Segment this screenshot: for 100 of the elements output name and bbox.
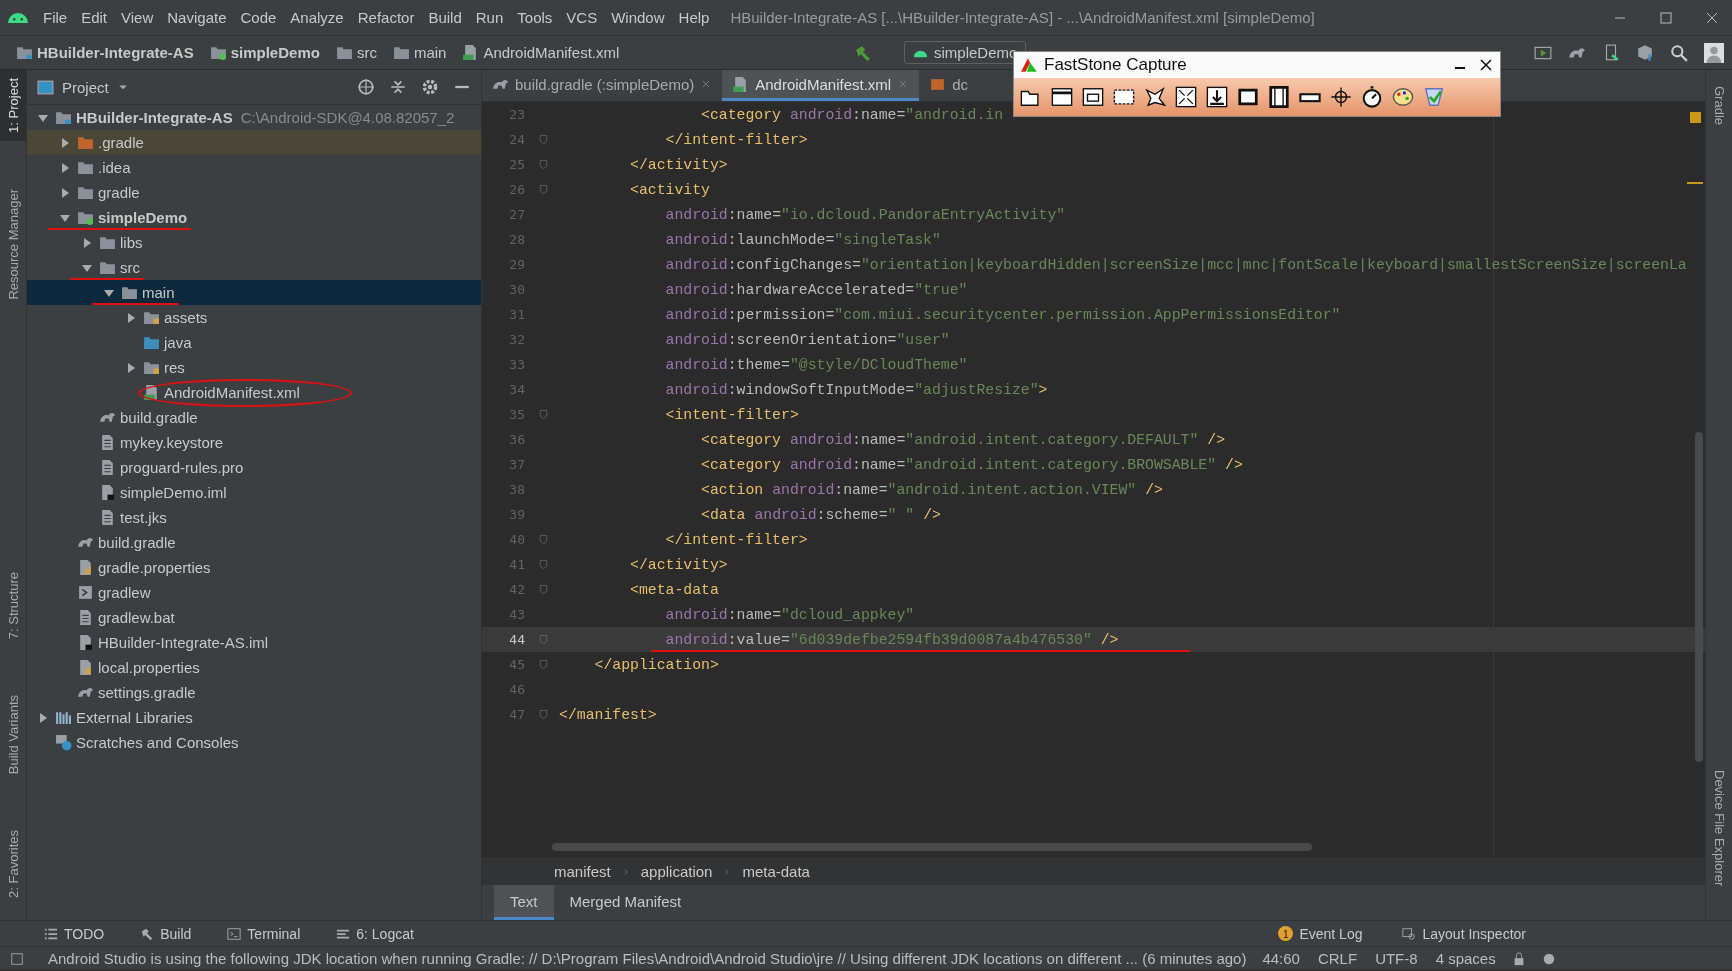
view-tab[interactable]: Text <box>494 885 554 920</box>
menu-item[interactable]: Edit <box>74 9 115 26</box>
scrollbar-thumb[interactable] <box>552 843 1312 851</box>
line-number: 41 <box>508 557 526 572</box>
tree-item[interactable]: build.gradle <box>27 405 481 430</box>
tree-item[interactable]: External Libraries <box>27 705 481 730</box>
settings-icon[interactable] <box>421 78 439 96</box>
code-line: </application> <box>593 656 719 673</box>
tool-window-button[interactable]: TODO <box>38 924 111 943</box>
breadcrumb-item[interactable]: manifest <box>554 863 611 880</box>
menu-item[interactable]: Help <box>671 9 717 26</box>
editor-tab[interactable]: dc <box>919 70 978 101</box>
status-item[interactable]: CRLF <box>1317 950 1358 967</box>
star-shape-icon[interactable] <box>1144 86 1166 108</box>
menu-item[interactable]: Code <box>233 9 284 26</box>
tool-window-button[interactable]: Layout Inspector <box>1396 924 1532 943</box>
search-icon[interactable] <box>1670 43 1688 62</box>
tool-window-tab[interactable]: Build Variants <box>0 686 26 783</box>
window-icon[interactable] <box>1051 86 1073 108</box>
breadcrumb-item[interactable]: HBuilder-Integrate-AS <box>10 43 200 62</box>
tree-item[interactable]: local.properties <box>27 655 481 680</box>
menu-item[interactable]: Navigate <box>160 9 234 26</box>
tree-item[interactable]: gradlew <box>27 580 481 605</box>
tree-item[interactable]: .gradle <box>27 130 481 155</box>
collapse-all-icon[interactable] <box>389 78 407 96</box>
tree-item[interactable]: Scratches and Consoles <box>27 730 481 755</box>
panel-title[interactable]: Project <box>62 78 109 96</box>
tree-item[interactable]: settings.gradle <box>27 680 481 705</box>
tree-item[interactable]: gradle.properties <box>27 555 481 580</box>
view-tab[interactable]: Merged Manifest <box>553 885 698 920</box>
tree-item[interactable]: res <box>27 355 481 380</box>
tree-item[interactable]: mykey.keystore <box>27 430 481 455</box>
breadcrumb-item[interactable]: simpleDemo <box>203 43 326 62</box>
tree-item[interactable]: build.gradle <box>27 530 481 555</box>
menu-item[interactable]: Analyze <box>283 9 351 26</box>
status-item[interactable]: UTF-8 <box>1375 950 1418 967</box>
rectangle-icon[interactable] <box>1237 86 1259 108</box>
tool-window-button[interactable]: 6: Logcat <box>330 924 420 943</box>
fullscreen-icon[interactable] <box>1175 86 1197 108</box>
close-icon[interactable] <box>1478 57 1494 73</box>
breadcrumb-item[interactable]: meta-data <box>742 863 810 880</box>
stopwatch-icon[interactable] <box>1361 86 1383 108</box>
breadcrumb-item[interactable]: AndroidManifest.xml <box>456 43 626 62</box>
line-number: 35 <box>508 407 526 422</box>
menu-item[interactable]: Build <box>421 9 469 26</box>
tool-window-button[interactable]: 1 Event Log <box>1272 924 1369 943</box>
crosshair-icon[interactable] <box>357 78 375 96</box>
dashed-rectangle-icon[interactable] <box>1113 86 1135 108</box>
editor-tab[interactable]: build.gradle (:simpleDemo) <box>482 70 723 101</box>
maximize-icon[interactable] <box>1658 9 1674 26</box>
tool-window-button[interactable]: Build <box>134 924 198 943</box>
menu-item[interactable]: Tools <box>510 9 560 26</box>
tree-item[interactable]: assets <box>27 305 481 330</box>
scrollbar-thumb[interactable] <box>1695 432 1703 762</box>
user-avatar-icon[interactable] <box>1704 42 1724 63</box>
menu-item[interactable]: Run <box>468 9 511 26</box>
tool-window-tab[interactable]: Device File Explorer <box>1706 765 1732 890</box>
tree-item[interactable]: main <box>27 280 481 305</box>
code-line: <category android:name="android.in <box>700 106 1004 123</box>
tool-window-tab[interactable]: Gradle <box>1706 82 1732 130</box>
tool-window-button[interactable]: Terminal <box>221 924 307 943</box>
tool-window-tab[interactable]: 7: Structure <box>0 563 26 647</box>
menu-item[interactable]: Refactor <box>350 9 422 26</box>
crosshair-icon[interactable] <box>1330 86 1352 108</box>
window-frame-icon[interactable] <box>1082 86 1104 108</box>
hammer-icon[interactable] <box>854 43 872 62</box>
menu-item[interactable]: File <box>36 9 75 26</box>
panel-toggle-icon[interactable] <box>10 951 24 966</box>
tree-item[interactable]: test.jks <box>27 505 481 530</box>
menu-item[interactable]: Window <box>604 9 672 26</box>
scroll-capture-icon[interactable] <box>1206 86 1228 108</box>
tool-window-tab[interactable]: 2: Favorites <box>0 822 26 906</box>
status-message[interactable]: Android Studio is using the following JDK location when running Gradle: // D:\Program Files\Android\Android Studio\jre // Using different JDK locations on different ... (6 minutes ago) <box>48 950 1247 967</box>
tree-item[interactable]: gradlew.bat <box>27 605 481 630</box>
tool-window-tab[interactable]: Resource Manager <box>0 180 26 308</box>
breadcrumb-item[interactable]: src <box>329 43 383 62</box>
breadcrumb-item[interactable]: main <box>386 43 453 62</box>
tree-item[interactable]: simpleDemo <box>27 205 481 230</box>
palette-icon[interactable] <box>1392 86 1414 108</box>
tree-item[interactable]: gradle <box>27 180 481 205</box>
run-configuration-dropdown[interactable]: simpleDemo <box>904 41 1027 64</box>
tree-item[interactable]: .idea <box>27 155 481 180</box>
tree-item[interactable]: HBuilder-Integrate-AS C:\Android-SDK@4.08.82057_2 <box>27 105 481 130</box>
film-icon[interactable] <box>1268 86 1290 108</box>
tree-item[interactable]: libs <box>27 230 481 255</box>
editor-tab[interactable]: AndroidManifest.xml <box>722 70 920 101</box>
breadcrumb-item[interactable]: application <box>640 863 713 880</box>
menu-item[interactable]: VCS <box>559 9 605 26</box>
tool-window-tab[interactable]: 1: Project <box>0 70 26 141</box>
package-icon[interactable] <box>1636 43 1654 62</box>
tree-item[interactable]: proguard-rules.pro <box>27 455 481 480</box>
tree-item[interactable]: simpleDemo.iml <box>27 480 481 505</box>
status-item[interactable]: 44:60 <box>1262 950 1300 967</box>
checklist-icon[interactable] <box>1423 86 1445 108</box>
tree-item[interactable]: src <box>27 255 481 280</box>
tree-item[interactable]: AndroidManifest.xml <box>27 380 481 405</box>
tree-item[interactable]: java <box>27 330 481 355</box>
menu-item[interactable]: View <box>114 9 161 26</box>
status-item[interactable]: 4 spaces <box>1435 950 1496 967</box>
tree-item[interactable]: HBuilder-Integrate-AS.iml <box>27 630 481 655</box>
